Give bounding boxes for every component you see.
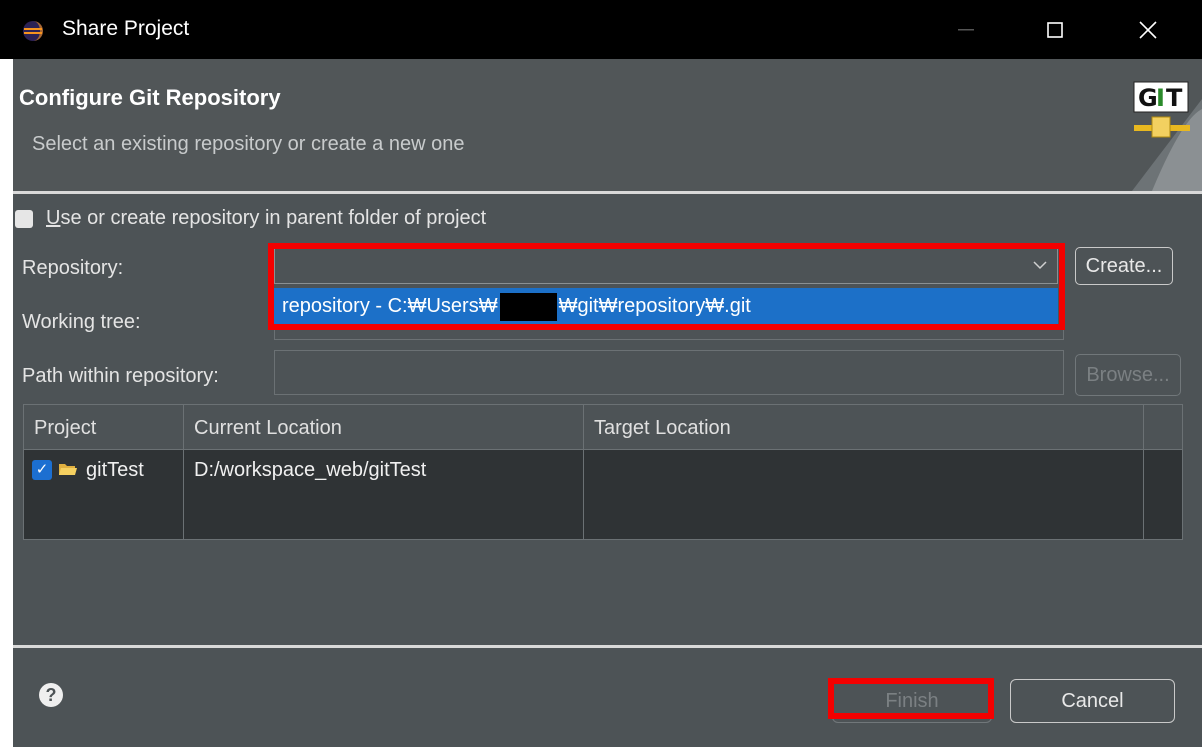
- svg-text:I: I: [1156, 84, 1165, 112]
- window-title: Share Project: [62, 17, 190, 40]
- git-logo-icon: G I T: [1132, 81, 1202, 191]
- project-name-cell: gitTest: [86, 459, 144, 481]
- cancel-button[interactable]: Cancel: [1010, 679, 1175, 723]
- chevron-down-icon[interactable]: [1031, 256, 1049, 274]
- redacted-username: [499, 292, 557, 321]
- parent-folder-checkbox-label[interactable]: Use or create repository in parent folde…: [46, 207, 486, 230]
- working-tree-field: [274, 324, 1064, 340]
- repository-combo[interactable]: [274, 248, 1058, 284]
- parent-folder-checkbox[interactable]: [15, 210, 33, 228]
- working-tree-label: Working tree:: [22, 311, 141, 333]
- repository-label: Repository:: [22, 257, 124, 279]
- table-header: Project Current Location Target Location: [24, 405, 1182, 450]
- path-within-repository-label: Path within repository:: [22, 365, 219, 387]
- title-bar: Share Project: [0, 0, 1202, 59]
- create-button[interactable]: Create...: [1075, 247, 1173, 285]
- page-title: Configure Git Repository: [19, 85, 281, 110]
- eclipse-icon: [23, 21, 43, 41]
- maximize-icon: [1046, 22, 1063, 38]
- svg-text:T: T: [1166, 84, 1183, 112]
- folder-open-icon: [59, 464, 77, 475]
- project-table: Project Current Location Target Location…: [23, 404, 1183, 540]
- path-within-repository-field: [274, 350, 1064, 395]
- column-header-project[interactable]: Project: [24, 405, 184, 449]
- minimize-icon: [957, 29, 974, 31]
- repository-option[interactable]: repository - C:₩Users₩ ₩git₩repository₩.g…: [274, 288, 1058, 324]
- row-checkbox[interactable]: ✓: [32, 460, 52, 480]
- help-icon[interactable]: ?: [39, 683, 63, 707]
- wizard-header: Configure Git Repository Select an exist…: [13, 59, 1202, 191]
- table-row[interactable]: ✓ gitTest D:/workspace_web/gitTest: [24, 449, 1182, 495]
- close-button[interactable]: [1120, 6, 1175, 54]
- page-subtitle: Select an existing repository or create …: [32, 133, 465, 155]
- column-header-current-location[interactable]: Current Location: [184, 405, 584, 449]
- finish-button[interactable]: Finish: [832, 679, 992, 723]
- svg-text:G: G: [1138, 84, 1158, 112]
- maximize-button[interactable]: [1027, 6, 1082, 54]
- minimize-button[interactable]: [938, 6, 993, 54]
- share-project-dialog: Share Project Configure Git Repository S…: [0, 0, 1202, 747]
- current-location-cell: D:/workspace_web/gitTest: [194, 459, 427, 481]
- column-header-target-location[interactable]: Target Location: [584, 405, 1144, 449]
- close-icon: [1138, 21, 1157, 39]
- browse-button[interactable]: Browse...: [1075, 354, 1181, 396]
